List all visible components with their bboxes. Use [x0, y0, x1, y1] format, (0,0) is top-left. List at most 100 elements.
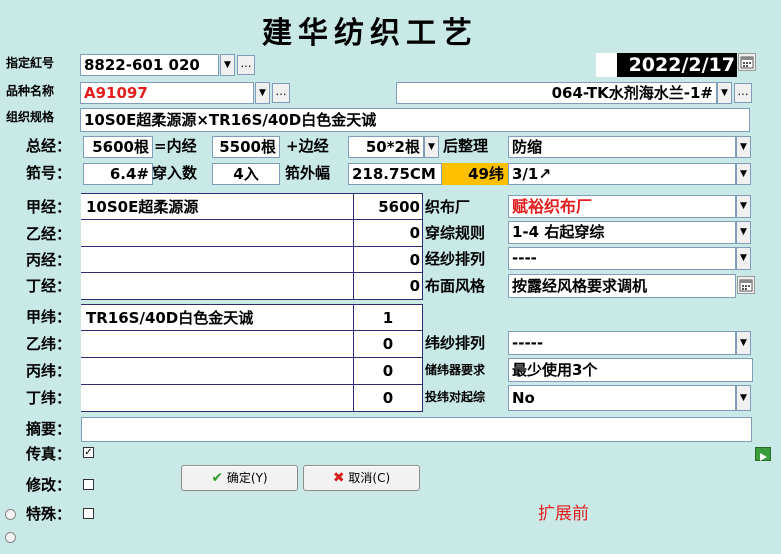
inner-warp-field[interactable]: 5500根 [212, 136, 280, 158]
grid-line [353, 304, 354, 412]
date-blank [596, 53, 618, 77]
chevron-down-icon: ▼ [740, 253, 747, 263]
reed-no-field[interactable]: 6.4# [83, 163, 153, 185]
pick-start-field[interactable]: No [508, 385, 736, 411]
post-finish-field[interactable]: 防缩 [508, 136, 736, 158]
heald-rule-field[interactable]: 1-4 右起穿综 [508, 221, 736, 244]
calendar-icon[interactable] [738, 53, 756, 71]
fabric-style-field[interactable]: 按露经风格要求调机 [508, 274, 736, 298]
chevron-down-icon: ▼ [428, 142, 435, 152]
designated-number-browse-button[interactable]: … [237, 55, 255, 75]
weft-arrangement-label: 纬纱排列 [425, 334, 486, 352]
weft-storage-label: 储纬器要求 [425, 363, 486, 377]
chevron-down-icon: ▼ [740, 227, 747, 237]
weave-ratio-field[interactable]: 3/1↗ [508, 163, 736, 185]
pick-start-dropdown[interactable]: ▼ [736, 385, 751, 411]
page-title: 建华纺织工艺 [262, 16, 478, 51]
chevron-down-icon: ▼ [259, 88, 266, 98]
warp-b-count[interactable]: 0 [356, 221, 420, 245]
entering-count-field[interactable]: 4入 [212, 163, 280, 185]
grid-line [81, 219, 423, 220]
variety-name-label: 品种名称 [6, 84, 55, 98]
grid-line [422, 193, 423, 300]
chevron-down-icon: ▼ [740, 393, 747, 403]
weft-storage-field[interactable]: 最少使用3个 [508, 358, 753, 382]
play-icon[interactable] [755, 447, 771, 461]
designated-number-label: 指定紅号 [6, 56, 55, 70]
summary-field[interactable] [81, 417, 752, 442]
cancel-button-label: 取消(C) [348, 471, 391, 485]
warp-arrangement-field[interactable]: ---- [508, 247, 736, 270]
warp-arrangement-dropdown[interactable]: ▼ [736, 247, 751, 270]
variety-name-browse-button[interactable]: … [272, 83, 290, 103]
expand-label[interactable]: 扩展前 [538, 499, 589, 524]
check-icon: ✔ [211, 470, 224, 486]
designated-number-dropdown[interactable]: ▼ [220, 54, 235, 76]
edge-warp-dropdown[interactable]: ▼ [424, 136, 439, 158]
warp-b-label: 乙经： [26, 225, 72, 243]
special-radio[interactable] [5, 509, 16, 520]
inner-warp-label: =内经 [154, 137, 197, 155]
ok-button[interactable]: ✔ 确定(Y) [181, 465, 298, 491]
fabric-style-label: 布面风格 [425, 277, 486, 295]
post-finish-dropdown[interactable]: ▼ [736, 136, 751, 158]
reed-outer-width-field[interactable]: 218.75CM [348, 163, 442, 185]
close-icon: ✖ [332, 470, 345, 486]
weft-d-label: 丁纬： [26, 389, 72, 407]
grid-line [81, 384, 423, 385]
variety-color-browse-button[interactable]: … [734, 83, 752, 103]
reed-no-label: 筘号： [26, 164, 72, 182]
warp-a-count[interactable]: 5600 [356, 195, 420, 219]
weave-ratio-dropdown[interactable]: ▼ [736, 163, 751, 185]
warp-d-count[interactable]: 0 [356, 274, 420, 298]
weft-arrangement-dropdown[interactable]: ▼ [736, 331, 751, 355]
grid-line [81, 246, 423, 247]
weaving-factory-field[interactable]: 赋裕织布厂 [508, 195, 736, 218]
weft-a-count[interactable]: 1 [356, 306, 420, 330]
weft-d-name[interactable] [86, 386, 350, 410]
variety-color-field[interactable]: 064-TK水剂海水兰-1# [396, 82, 717, 104]
warp-b-name[interactable] [86, 221, 350, 245]
designated-number-field[interactable]: 8822-601 020 [80, 54, 219, 76]
grid-line [81, 272, 423, 273]
special-checkbox[interactable] [83, 508, 94, 519]
variety-name-dropdown[interactable]: ▼ [255, 82, 270, 104]
date-field[interactable]: 2022/2/17 [617, 53, 737, 77]
variety-name-field[interactable]: A91097 [80, 82, 254, 104]
weft-count-field[interactable]: 49纬 [442, 163, 508, 185]
chevron-down-icon: ▼ [224, 60, 231, 70]
warp-a-name[interactable]: 10S0E超柔源源 [86, 195, 198, 219]
fax-checkbox[interactable]: ✓ [83, 447, 94, 458]
grid-line [422, 304, 423, 412]
warp-c-count[interactable]: 0 [356, 248, 420, 272]
modify-label: 修改： [26, 476, 72, 494]
edge-warp-label: +边经 [286, 137, 329, 155]
chevron-down-icon: ▼ [740, 142, 747, 152]
weft-c-count[interactable]: 0 [356, 359, 420, 383]
reed-outer-width-label: 筘外幅 [285, 164, 331, 182]
weft-b-count[interactable]: 0 [356, 332, 420, 356]
weave-spec-field[interactable]: 10S0E超柔源源×TR16S/40D白色金天诚 [80, 108, 750, 132]
variety-color-dropdown[interactable]: ▼ [717, 82, 732, 104]
weft-b-name[interactable] [86, 332, 350, 356]
cancel-button[interactable]: ✖ 取消(C) [303, 465, 420, 491]
calendar-icon[interactable] [737, 276, 755, 294]
grid-line [81, 304, 423, 305]
weft-c-name[interactable] [86, 359, 350, 383]
warp-c-name[interactable] [86, 248, 350, 272]
weaving-factory-dropdown[interactable]: ▼ [736, 195, 751, 218]
modify-checkbox[interactable] [83, 479, 94, 490]
warp-d-name[interactable] [86, 274, 350, 298]
weft-d-count[interactable]: 0 [356, 386, 420, 410]
pick-start-label: 投纬对起综 [425, 390, 486, 404]
weft-arrangement-field[interactable]: ----- [508, 331, 736, 355]
warp-d-label: 丁经： [26, 277, 72, 295]
edge-warp-field[interactable]: 50*2根 [348, 136, 424, 158]
weft-a-name[interactable]: TR16S/40D白色金天诚 [86, 306, 253, 330]
weave-spec-label: 组织规格 [6, 110, 55, 124]
heald-rule-dropdown[interactable]: ▼ [736, 221, 751, 244]
weft-b-label: 乙纬： [26, 335, 72, 353]
total-warp-label: 总经： [26, 137, 72, 155]
option-radio[interactable] [5, 532, 16, 543]
total-warp-field[interactable]: 5600根 [83, 136, 153, 158]
